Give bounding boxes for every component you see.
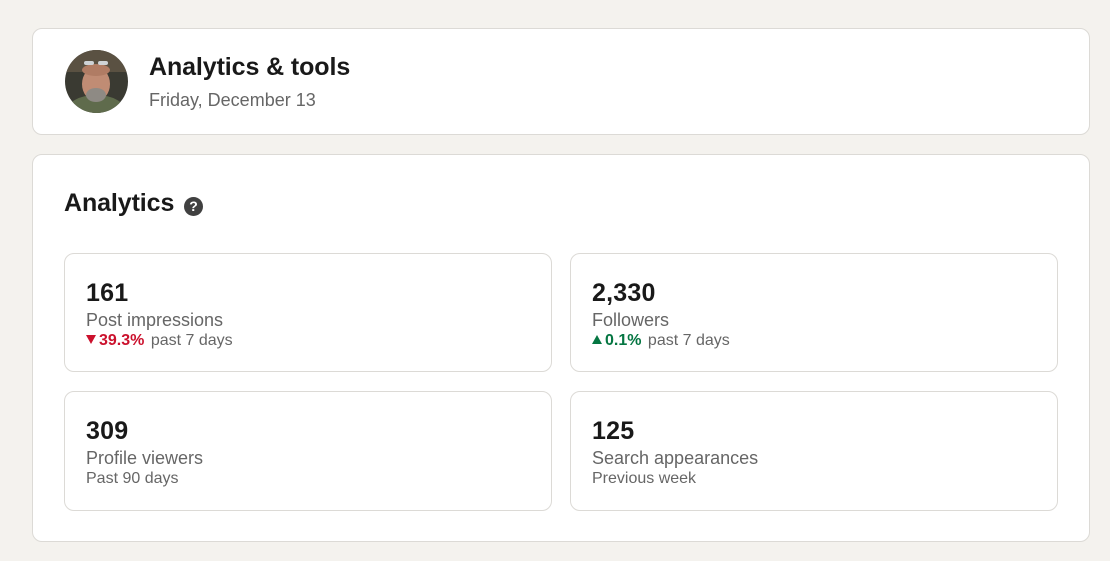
metric-value: 2,330	[592, 279, 656, 307]
metric-label: Post impressions	[86, 310, 224, 330]
metric-post-impressions[interactable]: 161 Post impressions 39.3% past 7 days	[64, 253, 552, 372]
metric-label: Search appearances	[592, 448, 759, 468]
trend-percent: 39.3%	[99, 332, 145, 349]
trend-period: past 7 days	[647, 332, 730, 349]
avatar[interactable]	[65, 50, 128, 113]
metric-followers[interactable]: 2,330 Followers 0.1% past 7 days	[570, 253, 1058, 372]
page-date: Friday, December 13	[149, 90, 316, 110]
trend-down-indicator: 39.3%	[86, 332, 144, 349]
trend-up-indicator: 0.1%	[592, 332, 641, 349]
metric-period: Previous week	[592, 470, 697, 487]
page-title: Analytics & tools	[149, 53, 351, 81]
metric-label: Followers	[592, 310, 670, 330]
metric-value: 161	[86, 279, 129, 307]
metric-value: 125	[592, 417, 635, 445]
metric-search-appearances[interactable]: 125 Search appearances Previous week	[570, 391, 1058, 511]
help-icon[interactable]: ?	[184, 197, 203, 216]
metric-label: Profile viewers	[86, 448, 204, 468]
metric-period: Past 90 days	[86, 470, 179, 487]
section-title: Analytics	[64, 189, 175, 217]
header-card: Analytics & tools Friday, December 13	[32, 28, 1090, 135]
metric-trend: 0.1% past 7 days	[592, 332, 730, 350]
profile-photo-icon	[65, 50, 128, 113]
triangle-down-icon	[86, 335, 96, 345]
triangle-up-icon	[592, 335, 602, 345]
metric-trend: 39.3% past 7 days	[86, 332, 233, 350]
metric-value: 309	[86, 417, 129, 445]
analytics-card: Analytics ? 161 Post impressions 39.3% p…	[32, 154, 1090, 542]
trend-percent: 0.1%	[605, 332, 642, 349]
trend-period: past 7 days	[150, 332, 233, 349]
metric-profile-viewers[interactable]: 309 Profile viewers Past 90 days	[64, 391, 552, 511]
